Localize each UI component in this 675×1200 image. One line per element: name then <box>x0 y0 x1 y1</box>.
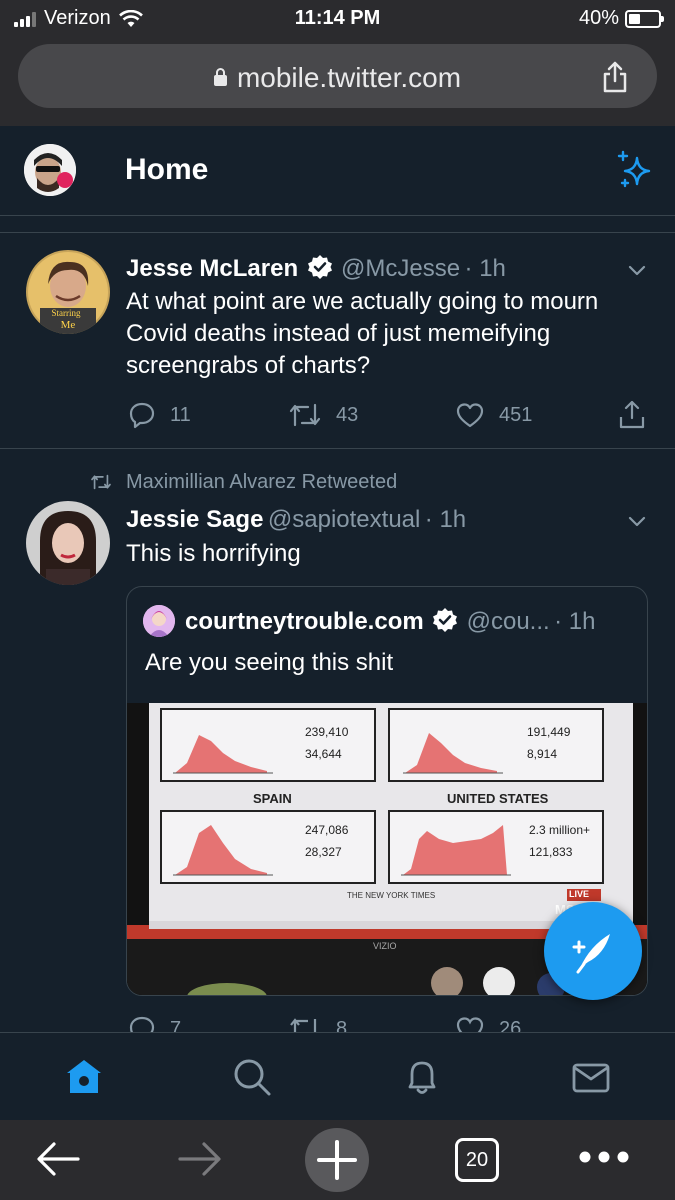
reply-icon <box>129 402 155 429</box>
verified-badge-icon <box>433 608 458 632</box>
reply-action[interactable]: 11 <box>128 401 191 429</box>
search-icon[interactable] <box>232 1057 272 1097</box>
tweet-text: This is horrifying <box>126 540 301 567</box>
panel-total-cases: 2.3 million+ <box>529 823 591 837</box>
live-badge: LIVE <box>569 889 590 899</box>
tweet-header: Jesse McLaren @McJesse · 1h <box>126 254 506 283</box>
like-action[interactable]: 451 <box>455 401 532 429</box>
new-tab-button[interactable] <box>305 1128 369 1192</box>
browser-address-bar: mobile.twitter.com <box>0 38 675 126</box>
panel-deaths: 34,644 <box>305 747 342 761</box>
profile-avatar[interactable] <box>24 144 76 196</box>
author-name[interactable]: Jessie Sage <box>126 506 263 533</box>
url-display[interactable]: mobile.twitter.com <box>18 62 657 94</box>
bottom-navigation <box>0 1032 675 1120</box>
tweet-time[interactable]: · 1h <box>425 506 466 533</box>
photo-source: THE NEW YORK TIMES <box>347 891 436 900</box>
author-name[interactable]: Jesse McLaren <box>126 255 298 282</box>
tweet-time[interactable]: · 1h <box>465 255 506 282</box>
messages-envelope-icon[interactable] <box>571 1057 611 1097</box>
svg-text:Starring: Starring <box>52 308 81 318</box>
panel-deaths: 28,327 <box>305 845 342 859</box>
author-handle[interactable]: @sapiotextual <box>268 506 420 533</box>
battery-fill <box>629 13 641 24</box>
tweet-text: At what point are we actually going to m… <box>126 288 599 379</box>
panel-title: UNITED STATES <box>447 791 549 806</box>
status-bar: Verizon 11:14 PM 40% <box>0 0 675 38</box>
back-arrow-icon[interactable] <box>34 1134 84 1184</box>
compose-feather-icon <box>572 934 610 974</box>
chart-panel-2 <box>388 708 604 782</box>
quote-avatar[interactable] <box>143 605 175 637</box>
plus-icon <box>317 1140 357 1180</box>
panel-total-cases: 191,449 <box>527 725 571 739</box>
chevron-down-icon[interactable] <box>627 260 647 280</box>
share-icon[interactable] <box>618 400 646 430</box>
retweet-action[interactable]: 43 <box>288 401 358 429</box>
panel-total-cases: 247,086 <box>305 823 349 837</box>
page-title: Home <box>125 153 209 186</box>
avatar-image <box>26 501 110 585</box>
clock: 11:14 PM <box>294 7 381 29</box>
tv-brand: VIZIO <box>373 941 397 951</box>
home-icon[interactable] <box>64 1057 104 1097</box>
notifications-bell-icon[interactable] <box>402 1057 442 1097</box>
quote-header: courtneytrouble.com @cou... · 1h <box>185 607 595 636</box>
chart-panel-1 <box>160 708 376 782</box>
panel-deaths: 121,833 <box>529 845 573 859</box>
battery-percent: 40% <box>578 7 619 29</box>
panel-title: SPAIN <box>253 791 292 806</box>
sparkle-icon[interactable] <box>617 150 653 190</box>
panel-total-cases: 239,410 <box>305 725 349 739</box>
timeline-divider <box>0 232 675 233</box>
quote-author-handle: @cou... <box>466 608 550 635</box>
verified-badge-icon <box>307 255 332 279</box>
chart-panel-3 <box>160 810 376 884</box>
retweeted-by-label[interactable]: Maximillian Alvarez Retweeted <box>126 471 397 494</box>
forward-arrow-icon[interactable] <box>174 1134 224 1184</box>
author-handle[interactable]: @McJesse <box>341 255 460 282</box>
chevron-down-icon[interactable] <box>627 511 647 531</box>
battery-icon <box>625 9 664 28</box>
quote-text: Are you seeing this shit <box>145 649 394 676</box>
url-text: mobile.twitter.com <box>236 62 462 93</box>
timeline-header: Home <box>0 126 675 216</box>
retweet-icon <box>91 474 111 490</box>
compose-tweet-button[interactable] <box>544 902 642 1000</box>
profile-avatar-image <box>24 144 76 196</box>
reply-count: 11 <box>170 403 191 426</box>
share-icon[interactable] <box>601 60 629 94</box>
panel-deaths: 8,914 <box>527 747 558 761</box>
lock-icon <box>213 68 227 86</box>
tabs-button[interactable]: 20 <box>455 1138 499 1182</box>
tweet-avatar[interactable] <box>26 501 110 585</box>
retweet-count: 43 <box>336 403 359 426</box>
svg-text:Me: Me <box>61 319 76 331</box>
more-options-icon[interactable] <box>578 1150 630 1164</box>
quote-time: · 1h <box>554 608 596 635</box>
like-count: 451 <box>499 403 533 426</box>
url-field[interactable]: mobile.twitter.com <box>18 44 657 108</box>
retweet-icon <box>289 403 321 427</box>
tweet[interactable]: Starring Me Jesse McLaren @McJesse · 1h … <box>0 234 675 448</box>
browser-toolbar: 20 <box>0 1120 675 1200</box>
avatar-image: Starring Me <box>26 250 110 334</box>
quote-avatar-image <box>143 605 175 637</box>
status-right: 40% <box>578 7 664 30</box>
tweet-header: Jessie Sage @sapiotextual · 1h <box>126 506 466 534</box>
quote-author-name: courtneytrouble.com <box>185 608 424 635</box>
tweet-avatar[interactable]: Starring Me <box>26 250 110 334</box>
heart-icon <box>456 403 484 428</box>
